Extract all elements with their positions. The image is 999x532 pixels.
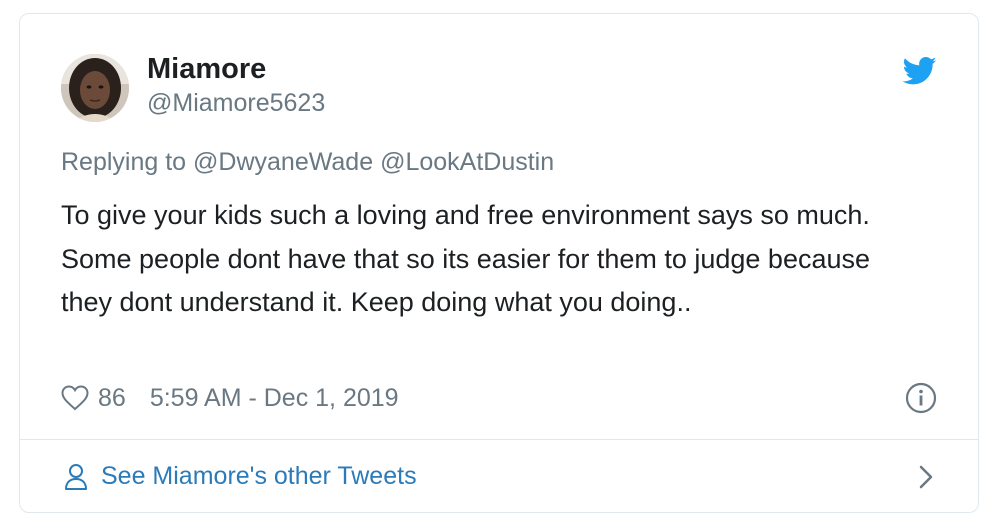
like-count[interactable]: 86: [98, 384, 126, 413]
tweet-text: To give your kids such a loving and free…: [61, 200, 871, 317]
author-handle[interactable]: @Miamore5623: [147, 88, 325, 118]
mention-link[interactable]: @LookAtDustin: [380, 148, 554, 176]
timestamp[interactable]: 5:59 AM - Dec 1, 2019: [150, 384, 399, 413]
person-icon: [65, 464, 87, 490]
replying-to: Replying to @DwyaneWade @LookAtDustin: [61, 147, 554, 177]
avatar[interactable]: [61, 54, 129, 122]
twitter-bird-icon[interactable]: [903, 56, 937, 86]
author-display-name[interactable]: Miamore: [147, 52, 266, 86]
info-icon[interactable]: [905, 382, 937, 414]
replying-prefix: Replying to: [61, 148, 187, 176]
see-other-tweets-link[interactable]: See Miamore's other Tweets: [20, 440, 978, 512]
tweet-card[interactable]: Miamore @Miamore5623 Replying to @Dwyane…: [19, 13, 979, 513]
mention-link[interactable]: @DwyaneWade: [193, 148, 373, 176]
chevron-right-icon[interactable]: [918, 463, 934, 491]
tweet-meta: 86 5:59 AM - Dec 1, 2019: [61, 381, 399, 415]
heart-icon[interactable]: [61, 385, 89, 411]
see-other-tweets-label[interactable]: See Miamore's other Tweets: [101, 459, 417, 493]
